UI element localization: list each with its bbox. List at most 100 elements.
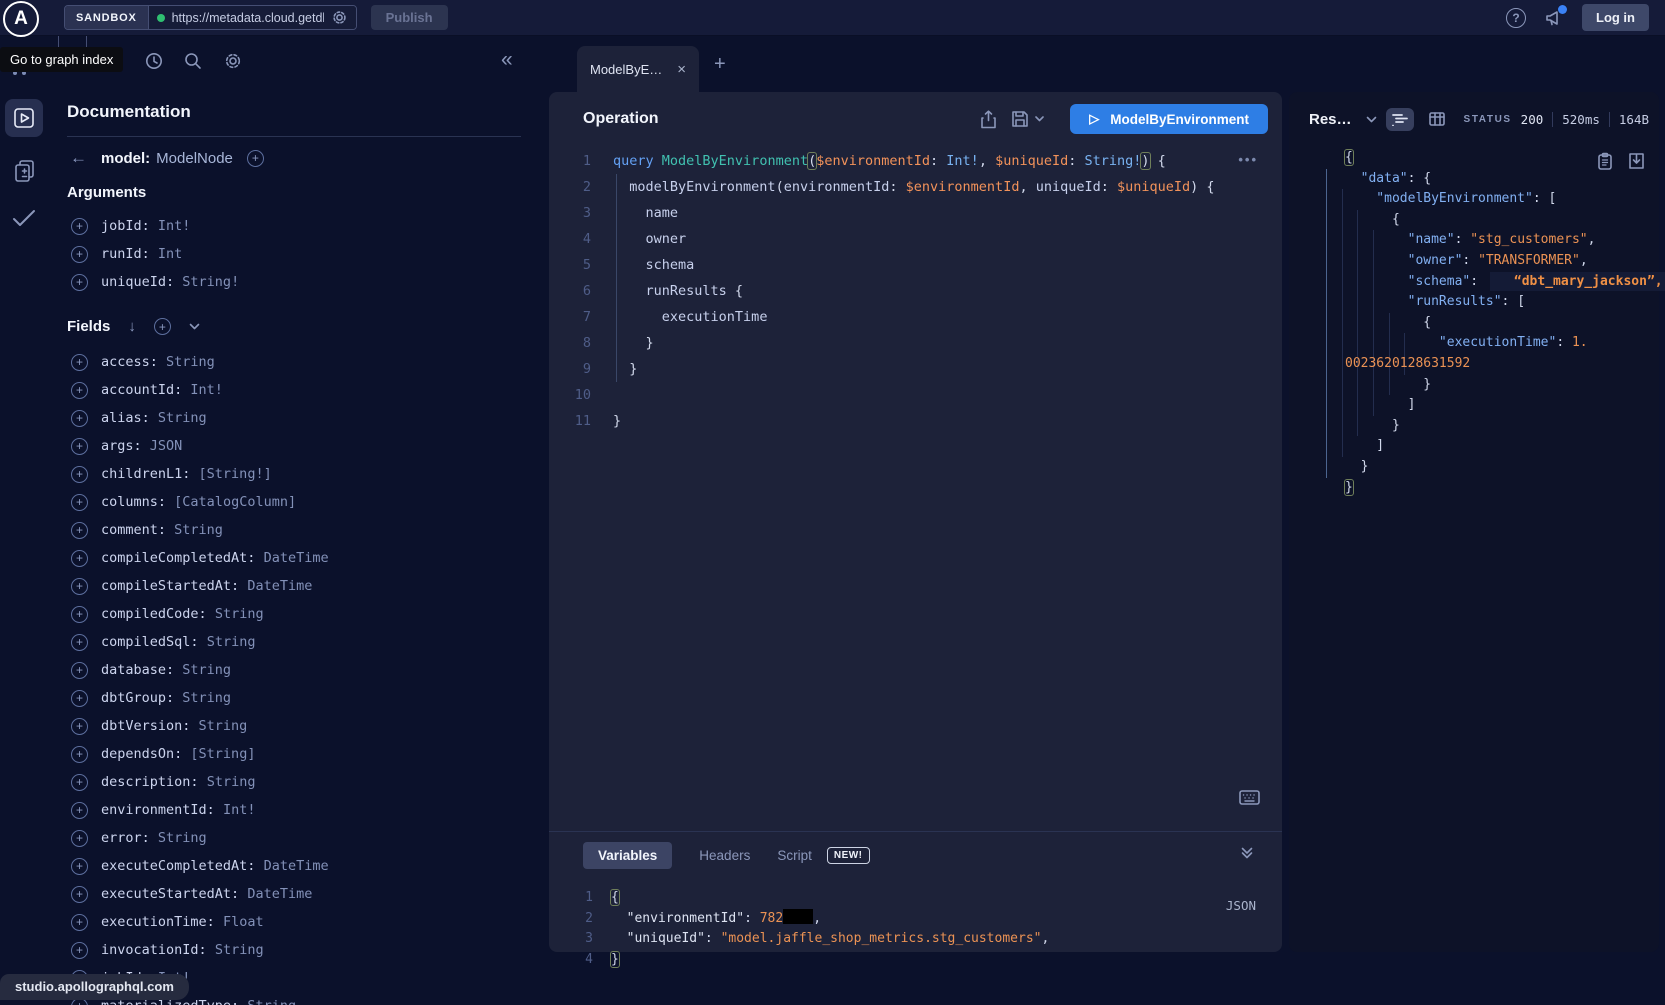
apollo-logo[interactable]: A: [3, 1, 39, 37]
add-to-query-icon[interactable]: +: [71, 246, 88, 263]
run-operation-button[interactable]: ▷ ModelByEnvironment: [1070, 104, 1268, 134]
add-to-query-icon[interactable]: +: [71, 942, 88, 959]
variables-code-lines[interactable]: 1{2 "environmentId": 782,3 "uniqueId": "…: [549, 888, 1282, 970]
add-to-query-icon[interactable]: +: [71, 606, 88, 623]
code-line[interactable]: "schema": “dbt_mary_jackson”,: [1345, 272, 1655, 293]
add-to-query-icon[interactable]: +: [71, 662, 88, 679]
code-line[interactable]: 10: [549, 382, 1282, 408]
sidebar-item-checklist[interactable]: [10, 206, 38, 230]
endpoint-settings-gear-icon[interactable]: [331, 9, 348, 26]
add-to-query-icon[interactable]: +: [71, 466, 88, 483]
code-line[interactable]: {: [1345, 313, 1655, 334]
add-to-query-icon[interactable]: +: [71, 218, 88, 235]
tab-variables[interactable]: Variables: [583, 842, 672, 869]
code-line[interactable]: 11}: [549, 408, 1282, 434]
code-line[interactable]: ]: [1345, 436, 1655, 457]
add-to-query-icon[interactable]: +: [71, 438, 88, 455]
add-to-query-icon[interactable]: +: [71, 690, 88, 707]
field-row: +dependsOn: [String]: [71, 740, 329, 768]
collapse-docs-icon[interactable]: «: [501, 48, 513, 72]
add-to-query-icon[interactable]: +: [71, 550, 88, 567]
code-line[interactable]: 4 owner: [549, 226, 1282, 252]
share-icon[interactable]: [980, 110, 997, 129]
add-to-query-icon[interactable]: +: [71, 830, 88, 847]
code-line[interactable]: 7 executionTime: [549, 304, 1282, 330]
tab-modelbyenvironment[interactable]: ModelByEnvironment ×: [577, 46, 699, 92]
code-line[interactable]: "name": "stg_customers",: [1345, 230, 1655, 251]
add-to-query-icon[interactable]: +: [71, 410, 88, 427]
sort-down-icon[interactable]: ↓: [128, 318, 136, 335]
sidebar-item-explorer[interactable]: [5, 99, 43, 137]
code-line[interactable]: 1{: [549, 888, 1282, 909]
response-code-lines[interactable]: { "data": { "modelByEnvironment": [ { "n…: [1323, 148, 1655, 498]
add-all-fields-button[interactable]: +: [247, 150, 264, 167]
divider: [67, 136, 521, 137]
sidebar-item-schema[interactable]: [12, 158, 38, 184]
code-line[interactable]: 2 modelByEnvironment(environmentId: $env…: [549, 174, 1282, 200]
announcements-megaphone-icon[interactable]: [1544, 9, 1564, 27]
history-clock-icon[interactable]: [144, 51, 164, 71]
table-view-button[interactable]: [1423, 107, 1451, 131]
add-to-query-icon[interactable]: +: [71, 746, 88, 763]
code-line[interactable]: }: [1345, 478, 1655, 499]
breadcrumb-type-link[interactable]: ModelNode: [156, 150, 233, 167]
login-button[interactable]: Log in: [1582, 4, 1649, 31]
add-to-query-icon[interactable]: +: [71, 718, 88, 735]
tab-script[interactable]: Script: [777, 848, 812, 863]
code-line[interactable]: 0023620128631592: [1345, 354, 1655, 375]
code-line[interactable]: {: [1345, 210, 1655, 231]
collapse-panel-double-chevron-icon[interactable]: [1240, 846, 1254, 860]
add-to-query-icon[interactable]: +: [71, 802, 88, 819]
endpoint-url-input[interactable]: https://metadata.cloud.getdbt.com/graphq…: [172, 11, 324, 25]
code-line[interactable]: 3 "uniqueId": "model.jaffle_shop_metrics…: [549, 929, 1282, 950]
response-panel: Response STATUS 200 520ms 164B { "data":…: [1289, 92, 1659, 952]
code-line[interactable]: }: [1345, 416, 1655, 437]
code-line[interactable]: "runResults": [: [1345, 292, 1655, 313]
tab-headers[interactable]: Headers: [699, 848, 750, 863]
add-to-query-icon[interactable]: +: [71, 858, 88, 875]
explorer-settings-gear-icon[interactable]: [223, 51, 243, 71]
code-line[interactable]: "data": {: [1345, 169, 1655, 190]
code-line[interactable]: }: [1345, 375, 1655, 396]
code-line[interactable]: 8 }: [549, 330, 1282, 356]
code-line[interactable]: "executionTime": 1.: [1345, 333, 1655, 354]
code-line[interactable]: }: [1345, 457, 1655, 478]
code-line[interactable]: 4}: [549, 950, 1282, 971]
code-line[interactable]: 9 }: [549, 356, 1282, 382]
code-line[interactable]: 2 "environmentId": 782,: [549, 909, 1282, 930]
add-to-query-icon[interactable]: +: [71, 354, 88, 371]
keyboard-shortcuts-icon[interactable]: [1239, 790, 1260, 805]
add-to-query-icon[interactable]: +: [71, 522, 88, 539]
publish-button[interactable]: Publish: [371, 5, 448, 30]
code-line[interactable]: "owner": "TRANSFORMER",: [1345, 251, 1655, 272]
chevron-down-icon[interactable]: [189, 323, 200, 330]
search-icon[interactable]: [183, 51, 203, 71]
add-to-query-icon[interactable]: +: [71, 382, 88, 399]
endpoint-url-box[interactable]: https://metadata.cloud.getdbt.com/graphq…: [149, 6, 356, 29]
help-icon[interactable]: ?: [1506, 8, 1526, 28]
back-arrow-icon[interactable]: ←: [70, 148, 87, 168]
list-view-button[interactable]: [1386, 108, 1414, 131]
add-to-query-icon[interactable]: +: [71, 274, 88, 291]
code-line[interactable]: ]: [1345, 395, 1655, 416]
add-to-query-icon[interactable]: +: [71, 634, 88, 651]
code-line[interactable]: "modelByEnvironment": [: [1345, 189, 1655, 210]
new-tab-button[interactable]: +: [714, 53, 726, 76]
code-line[interactable]: 5 schema: [549, 252, 1282, 278]
operation-code-lines[interactable]: 1query ModelByEnvironment($environmentId…: [549, 148, 1282, 434]
add-to-query-icon[interactable]: +: [71, 914, 88, 931]
save-control[interactable]: [1011, 110, 1044, 128]
response-chevron-icon[interactable]: [1366, 116, 1377, 123]
add-to-query-icon[interactable]: +: [71, 578, 88, 595]
docs-title: Documentation: [67, 102, 191, 122]
add-to-query-icon[interactable]: +: [71, 886, 88, 903]
code-line[interactable]: 1query ModelByEnvironment($environmentId…: [549, 148, 1282, 174]
close-tab-icon[interactable]: ×: [677, 61, 686, 78]
add-to-query-icon[interactable]: +: [71, 774, 88, 791]
field-row: +executionTime: Float: [71, 908, 329, 936]
add-to-query-icon[interactable]: +: [71, 494, 88, 511]
code-line[interactable]: 6 runResults {: [549, 278, 1282, 304]
code-line[interactable]: 3 name: [549, 200, 1282, 226]
add-fields-button[interactable]: +: [154, 318, 171, 335]
code-line[interactable]: {: [1345, 148, 1655, 169]
